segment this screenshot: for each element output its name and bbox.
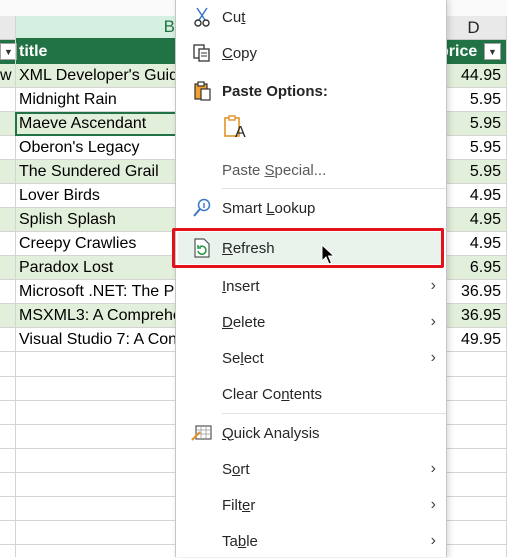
- highlight-box: [172, 228, 444, 268]
- cell-price[interactable]: 44.95: [445, 64, 501, 88]
- cell-title[interactable]: Splish Splash: [19, 208, 176, 232]
- cell-price[interactable]: 4.95: [445, 208, 501, 232]
- column-header-d[interactable]: D: [440, 16, 507, 40]
- cell-price[interactable]: 5.95: [445, 136, 501, 160]
- menu-item-select[interactable]: Select ›: [176, 341, 446, 375]
- copy-icon: [190, 41, 214, 65]
- cell-title[interactable]: Creepy Crawlies: [19, 232, 176, 256]
- column-header-b[interactable]: B: [15, 16, 177, 40]
- header-title: title: [19, 43, 48, 60]
- cell-price[interactable]: 4.95: [445, 184, 501, 208]
- clipboard-icon: [190, 79, 214, 103]
- chevron-right-icon: ›: [430, 460, 436, 477]
- scissors-icon: [190, 5, 214, 29]
- column-header-a[interactable]: [0, 16, 15, 40]
- menu-separator: [222, 188, 446, 189]
- context-menu: Cut Copy Paste Options: A Paste Special.…: [175, 0, 447, 557]
- cell-title[interactable]: MSXML3: A Comprehe: [19, 304, 176, 328]
- cell-price[interactable]: 36.95: [445, 280, 501, 304]
- chevron-right-icon: ›: [430, 277, 436, 294]
- menu-item-filter[interactable]: Filter ›: [176, 488, 446, 522]
- cell-title[interactable]: The Sundered Grail: [19, 160, 176, 184]
- menu-separator: [222, 413, 446, 414]
- chevron-right-icon: ›: [430, 496, 436, 513]
- cell-price[interactable]: 5.95: [445, 88, 501, 112]
- cell-title[interactable]: Microsoft .NET: The P: [19, 280, 176, 304]
- active-cell-border: [15, 112, 177, 136]
- cell-price[interactable]: 6.95: [445, 256, 501, 280]
- chevron-right-icon: ›: [430, 532, 436, 549]
- menu-item-insert[interactable]: Insert ›: [176, 269, 446, 303]
- cell-price[interactable]: 49.95: [445, 328, 501, 352]
- smart-lookup-icon: [190, 196, 214, 220]
- cell-title[interactable]: Visual Studio 7: A Con: [19, 328, 176, 352]
- cell-price[interactable]: 4.95: [445, 232, 501, 256]
- quick-analysis-icon: [190, 421, 214, 445]
- menu-item-table[interactable]: Table ›: [176, 524, 446, 558]
- filter-dropdown-price[interactable]: ▼: [484, 43, 501, 60]
- cell-price[interactable]: 5.95: [445, 160, 501, 184]
- chevron-right-icon: ›: [430, 349, 436, 366]
- cell-price[interactable]: 5.95: [445, 112, 501, 136]
- menu-item-clear-contents[interactable]: Clear Contents: [176, 377, 446, 411]
- menu-item-quick-analysis[interactable]: Quick Analysis: [176, 416, 446, 450]
- menu-item-smart-lookup[interactable]: Smart Lookup: [176, 191, 446, 225]
- chevron-right-icon: ›: [430, 313, 436, 330]
- cell-a-partial[interactable]: w: [0, 64, 14, 88]
- cell-title[interactable]: Lover Birds: [19, 184, 176, 208]
- cell-price[interactable]: 36.95: [445, 304, 501, 328]
- cell-title[interactable]: XML Developer's Guid: [19, 64, 176, 88]
- menu-item-sort[interactable]: Sort ›: [176, 452, 446, 486]
- cell-title[interactable]: Midnight Rain: [19, 88, 176, 112]
- paste-text-only-button[interactable]: A: [222, 114, 250, 144]
- mouse-pointer-icon: [321, 243, 336, 271]
- cell-title[interactable]: Paradox Lost: [19, 256, 176, 280]
- menu-item-cut[interactable]: Cut: [176, 0, 446, 34]
- menu-section-paste-options: Paste Options:: [176, 74, 446, 108]
- menu-item-paste-special[interactable]: Paste Special...: [176, 153, 446, 187]
- menu-item-delete[interactable]: Delete ›: [176, 305, 446, 339]
- menu-item-copy[interactable]: Copy: [176, 36, 446, 70]
- cell-title[interactable]: Oberon's Legacy: [19, 136, 176, 160]
